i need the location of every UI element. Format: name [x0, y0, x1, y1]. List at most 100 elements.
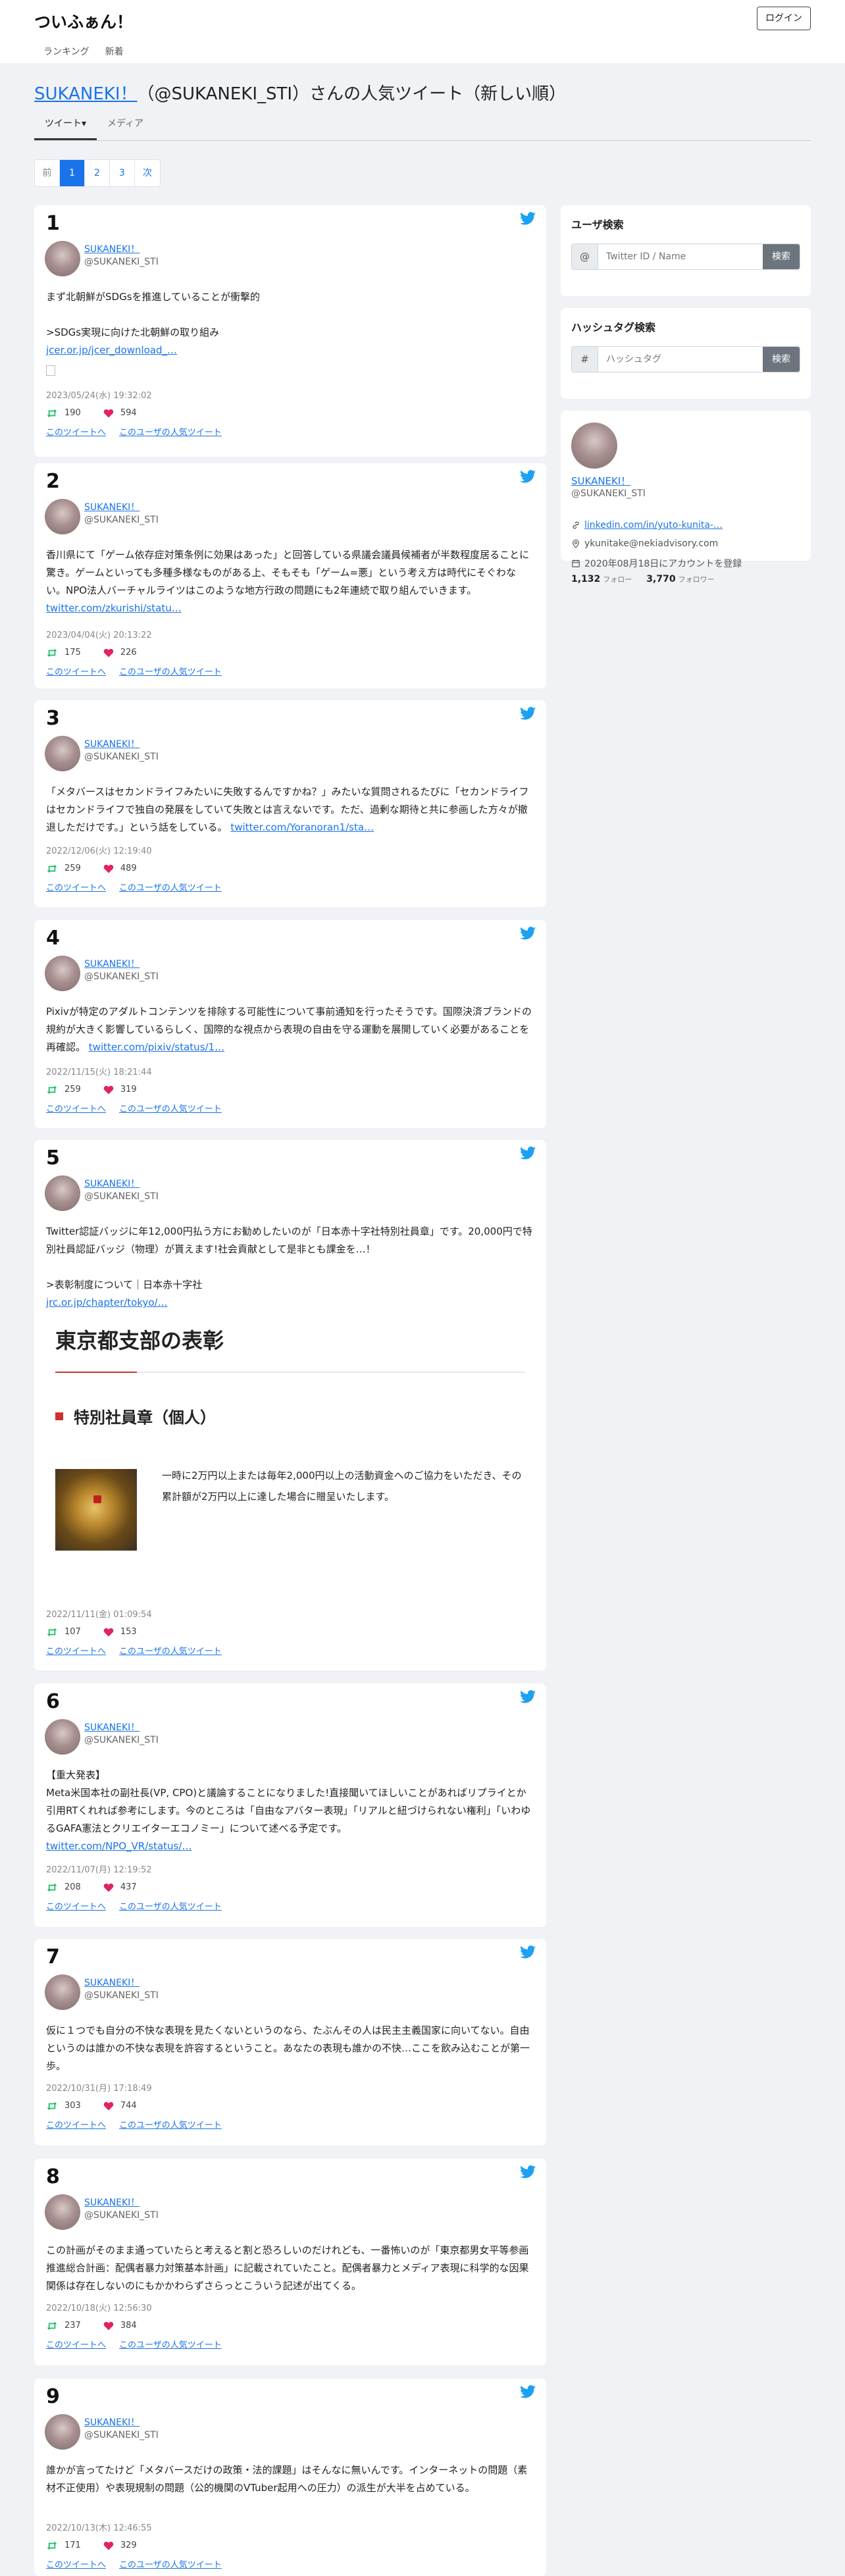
- user-popular-tweets-link[interactable]: このユーザの人気ツイート: [119, 425, 222, 438]
- heart-icon: [103, 1883, 114, 1892]
- tweet-user-name-link[interactable]: SUKANEKI！: [84, 2196, 140, 2209]
- tweet-user-name-link[interactable]: SUKANEKI！: [84, 737, 140, 750]
- user-avatar[interactable]: [45, 2414, 80, 2450]
- open-tweet-link[interactable]: このツイートへ: [46, 881, 106, 893]
- hashtag-search-input[interactable]: [598, 347, 763, 372]
- twitter-bird-icon[interactable]: [520, 1945, 536, 1959]
- pagination-page-3[interactable]: 3: [110, 160, 135, 186]
- pagination-page-1[interactable]: 1: [60, 160, 85, 186]
- pagination-prev[interactable]: 前: [35, 160, 60, 186]
- user-popular-tweets-link[interactable]: このユーザの人気ツイート: [119, 2558, 222, 2570]
- tweet-user-name-link[interactable]: SUKANEKI！: [84, 2415, 140, 2429]
- tweet-user-handle: @SUKANEKI_STI: [84, 2210, 159, 2221]
- tweet-links: このツイートへ このユーザの人気ツイート: [46, 2558, 222, 2570]
- retweet-icon: [46, 409, 58, 418]
- embed-text: 一時に2万円以上または毎年2,000円以上の活動資金へのご協力をいただき、その累…: [162, 1470, 522, 1503]
- open-tweet-link[interactable]: このツイートへ: [46, 425, 106, 438]
- open-tweet-link[interactable]: このツイートへ: [46, 665, 106, 677]
- twitter-bird-icon[interactable]: [520, 2165, 536, 2178]
- user-search-input[interactable]: [598, 244, 763, 269]
- embed-subheading: 特別社員章（個人）: [55, 1404, 216, 1428]
- tweet-stats: 175 226: [46, 648, 159, 657]
- twitter-bird-icon[interactable]: [520, 927, 536, 940]
- tweet-user-name-link[interactable]: SUKANEKI！: [84, 1720, 140, 1734]
- tweet-link[interactable]: twitter.com/pixiv/status/1…: [89, 1041, 224, 1053]
- tweet-user-name-link[interactable]: SUKANEKI！: [84, 242, 140, 255]
- tweet-card: 8 SUKANEKI！ @SUKANEKI_STI この計画がそのまま通っていたらと考…: [34, 2159, 546, 2365]
- retweet-count: 259: [64, 1085, 81, 1095]
- tweet-body: 【重大発表】 Meta米国本社の副社長(VP, CPO)と議論することになりまし…: [46, 1766, 534, 1855]
- tweet-rank: 8: [46, 2165, 60, 2188]
- like-count: 594: [120, 408, 137, 418]
- hashtag-search-button[interactable]: 検索: [763, 347, 800, 372]
- open-tweet-link[interactable]: このツイートへ: [46, 2338, 106, 2350]
- twitter-bird-icon[interactable]: [520, 1690, 536, 1703]
- user-popular-tweets-link[interactable]: このユーザの人気ツイート: [119, 881, 222, 893]
- login-button[interactable]: ログイン: [757, 7, 811, 30]
- user-avatar[interactable]: [45, 2194, 80, 2230]
- tweet-link[interactable]: twitter.com/Yoranoran1/sta…: [230, 821, 374, 833]
- retweet-icon: [46, 2541, 58, 2550]
- twitter-bird-icon[interactable]: [520, 212, 536, 225]
- page-title-suffix: （@SUKANEKI_STI）さんの人気ツイート（新しい順）: [137, 84, 567, 104]
- twitter-bird-icon[interactable]: [520, 1146, 536, 1160]
- profile-website-link[interactable]: linkedin.com/in/yuto-kunita-…: [584, 520, 723, 530]
- tweet-rank: 5: [46, 1146, 60, 1170]
- user-popular-tweets-link[interactable]: このユーザの人気ツイート: [119, 2338, 222, 2350]
- profile-email: ykunitake@nekiadvisory.com: [584, 538, 719, 549]
- user-avatar[interactable]: [45, 1175, 80, 1211]
- user-popular-tweets-link[interactable]: このユーザの人気ツイート: [119, 1899, 222, 1912]
- twitter-bird-icon[interactable]: [520, 2385, 536, 2398]
- profile-avatar[interactable]: [571, 423, 617, 469]
- tab-tweets[interactable]: ツイート▾: [34, 112, 97, 140]
- user-popular-tweets-link[interactable]: このユーザの人気ツイート: [119, 1102, 222, 1114]
- twitter-bird-icon[interactable]: [520, 707, 536, 720]
- tweet-link[interactable]: jrc.or.jp/chapter/tokyo/…: [46, 1297, 168, 1308]
- user-avatar[interactable]: [45, 1974, 80, 2010]
- open-tweet-link[interactable]: このツイートへ: [46, 1644, 106, 1657]
- user-avatar[interactable]: [45, 499, 80, 534]
- tweet-user-name-link[interactable]: SUKANEKI！: [84, 500, 140, 513]
- tweet-link[interactable]: jcer.or.jp/jcer_download_…: [46, 344, 177, 356]
- embed-heading: 東京都支部の表彰: [55, 1328, 224, 1353]
- user-search-button[interactable]: 検索: [763, 244, 800, 269]
- twitter-bird-icon[interactable]: [520, 470, 536, 483]
- brand-logo[interactable]: ついふぁん！: [34, 9, 133, 33]
- tweet-user-name-link[interactable]: SUKANEKI！: [84, 957, 140, 970]
- broken-image-icon: [46, 365, 55, 376]
- nav-ranking[interactable]: ランキング: [43, 45, 90, 58]
- tweet-link[interactable]: twitter.com/zkurishi/statu…: [46, 602, 182, 614]
- link-icon: [573, 521, 579, 529]
- tweet-user-name-link[interactable]: SUKANEKI！: [84, 1177, 140, 1190]
- user-popular-tweets-link[interactable]: このユーザの人気ツイート: [119, 665, 222, 677]
- open-tweet-link[interactable]: このツイートへ: [46, 1899, 106, 1912]
- pagination-next[interactable]: 次: [135, 160, 160, 186]
- tweet-card: 2 SUKANEKI！ @SUKANEKI_STI 香川県にて「ゲーム依存症対策条例に…: [34, 463, 546, 688]
- user-avatar[interactable]: [45, 1719, 80, 1755]
- page-title-user-link[interactable]: SUKANEKI！: [34, 84, 138, 104]
- pagination-page-2[interactable]: 2: [85, 160, 110, 186]
- tweet-body: 「メタバースはセカンドライフみたいに失敗するんですかね？」みたいな質問されるたび…: [46, 783, 534, 837]
- user-avatar[interactable]: [45, 956, 80, 991]
- tab-media[interactable]: メディア: [97, 112, 154, 140]
- user-avatar[interactable]: [45, 736, 80, 771]
- user-avatar[interactable]: [45, 241, 80, 276]
- calendar-icon: [572, 559, 580, 567]
- tweet-date: 2022/10/18(火) 12:56:30: [46, 2304, 152, 2313]
- retweet-icon: [46, 648, 58, 657]
- user-popular-tweets-link[interactable]: このユーザの人気ツイート: [119, 1644, 222, 1657]
- tweet-user-handle: @SUKANEKI_STI: [84, 1735, 159, 1745]
- open-tweet-link[interactable]: このツイートへ: [46, 2118, 106, 2130]
- open-tweet-link[interactable]: このツイートへ: [46, 1102, 106, 1114]
- nav-new[interactable]: 新着: [105, 45, 124, 58]
- open-tweet-link[interactable]: このツイートへ: [46, 2558, 106, 2570]
- like-count: 744: [120, 2101, 137, 2111]
- profile-email-row: ykunitake@nekiadvisory.com: [571, 538, 718, 549]
- tweet-link[interactable]: twitter.com/NPO_VR/status/…: [46, 1840, 192, 1852]
- tweet-body: Pixivが特定のアダルトコンテンツを排除する可能性について事前通知を行ったそう…: [46, 1003, 534, 1056]
- like-count: 437: [120, 1882, 137, 1892]
- user-popular-tweets-link[interactable]: このユーザの人気ツイート: [119, 2118, 222, 2130]
- profile-name-link[interactable]: SUKANEKI！: [571, 474, 630, 488]
- red-square-icon: [55, 1412, 63, 1420]
- tweet-user-name-link[interactable]: SUKANEKI！: [84, 1976, 140, 1989]
